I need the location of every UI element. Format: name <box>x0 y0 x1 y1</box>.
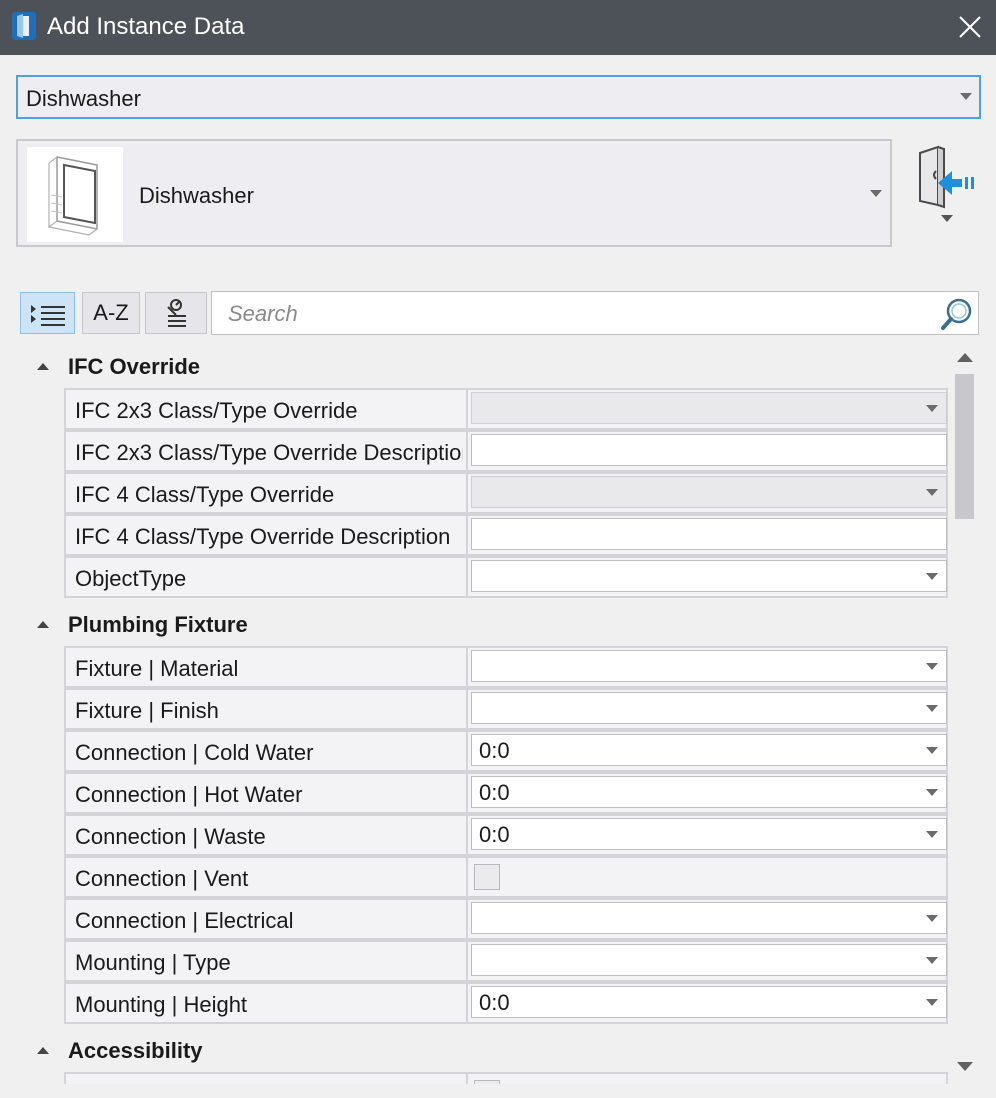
section-title: IFC Override <box>68 354 201 379</box>
property-row: Fixture | Finish <box>64 688 948 730</box>
property-label <box>75 1082 463 1084</box>
combo-value: 0:0 <box>479 780 510 805</box>
scroll-down-icon[interactable] <box>957 1062 973 1071</box>
property-label: Connection | Vent <box>75 866 249 891</box>
chevron-down-icon <box>960 93 972 100</box>
chevron-down-icon <box>926 705 938 712</box>
vent-checkbox[interactable] <box>474 864 500 890</box>
fixture-material-combo[interactable] <box>471 650 947 682</box>
property-row: IFC 4 Class/Type Override <box>64 472 948 514</box>
property-row: IFC 2x3 Class/Type Override Description <box>64 430 948 472</box>
chevron-down-icon <box>926 663 938 670</box>
type-dropdown[interactable]: Dishwasher <box>16 75 981 119</box>
combo-value: 0:0 <box>479 990 510 1015</box>
mounting-type-combo[interactable] <box>471 944 947 976</box>
collapse-triangle-icon[interactable] <box>37 621 49 628</box>
property-row: Fixture | Material <box>64 646 948 688</box>
collapse-triangle-icon[interactable] <box>37 1047 49 1054</box>
waste-combo[interactable]: 0:0 <box>471 818 947 850</box>
door-arrow-place-icon <box>919 145 974 222</box>
reset-button[interactable] <box>145 292 207 334</box>
window-title: Add Instance Data <box>47 13 245 40</box>
reset-icon <box>167 299 186 327</box>
search-placeholder: Search <box>228 301 298 326</box>
property-label: Connection | Cold Water <box>75 740 314 765</box>
section-header-ifc-override[interactable]: IFC Override <box>15 342 950 388</box>
title-bar: Add Instance Data <box>0 0 996 55</box>
ifc4-override-combo[interactable] <box>471 476 947 508</box>
property-row: Connection | Electrical <box>64 898 948 940</box>
chevron-down-icon <box>926 405 938 412</box>
property-label: ObjectType <box>75 566 187 591</box>
vertical-scrollbar[interactable] <box>953 344 977 1082</box>
chevron-down-icon <box>926 789 938 796</box>
property-row: ObjectType <box>64 556 948 598</box>
chevron-down-icon <box>926 957 938 964</box>
property-label: Fixture | Material <box>75 656 239 681</box>
search-box[interactable]: Search <box>211 291 979 335</box>
categorized-view-button[interactable] <box>20 292 75 334</box>
chevron-down-icon <box>926 489 938 496</box>
property-label: Fixture | Finish <box>75 698 219 723</box>
property-label: Mounting | Type <box>75 950 231 975</box>
dishwasher-thumbnail <box>27 147 123 242</box>
scrollbar-thumb[interactable] <box>955 374 974 519</box>
hot-water-combo[interactable]: 0:0 <box>471 776 947 808</box>
fixture-finish-combo[interactable] <box>471 692 947 724</box>
property-label: Connection | Hot Water <box>75 782 303 807</box>
type-dropdown-value: Dishwasher <box>26 86 141 111</box>
property-label: Connection | Electrical <box>75 908 294 933</box>
section-header-accessibility[interactable]: Accessibility <box>15 1026 950 1072</box>
chevron-down-icon <box>926 831 938 838</box>
section-header-plumbing-fixture[interactable]: Plumbing Fixture <box>15 600 950 646</box>
scroll-up-icon[interactable] <box>957 353 973 362</box>
property-row: IFC 2x3 Class/Type Override <box>64 388 948 430</box>
property-row: IFC 4 Class/Type Override Description <box>64 514 948 556</box>
property-row: Connection | Waste 0:0 <box>64 814 948 856</box>
property-label: IFC 4 Class/Type Override <box>75 482 335 507</box>
chevron-down-icon <box>926 915 938 922</box>
chevron-down-icon <box>926 999 938 1006</box>
property-row: Connection | Cold Water 0:0 <box>64 730 948 772</box>
property-grid: IFC Override IFC 2x3 Class/Type Override… <box>15 340 950 1084</box>
property-row: Mounting | Type <box>64 940 948 982</box>
app-icon <box>12 12 36 40</box>
ifc4-description-input[interactable] <box>471 518 947 550</box>
close-icon[interactable] <box>955 12 985 42</box>
ifc2x3-description-input[interactable] <box>471 434 947 466</box>
accessibility-checkbox[interactable] <box>474 1080 500 1084</box>
alphabetical-view-button[interactable]: A-Z <box>82 292 140 334</box>
section-title: Plumbing Fixture <box>68 612 248 637</box>
combo-value: 0:0 <box>479 738 510 763</box>
property-label: IFC 4 Class/Type Override Description <box>75 524 451 549</box>
property-row: Connection | Hot Water 0:0 <box>64 772 948 814</box>
cold-water-combo[interactable]: 0:0 <box>471 734 947 766</box>
property-row: Connection | Vent <box>64 856 948 898</box>
combo-value: 0:0 <box>479 822 510 847</box>
search-icon[interactable] <box>939 296 975 332</box>
property-label: IFC 2x3 Class/Type Override Description <box>75 440 463 465</box>
property-row <box>64 1072 948 1084</box>
electrical-combo[interactable] <box>471 902 947 934</box>
section-title: Accessibility <box>68 1038 203 1063</box>
property-label: Mounting | Height <box>75 992 248 1017</box>
chevron-down-icon <box>870 190 882 197</box>
property-label: Connection | Waste <box>75 824 266 849</box>
property-row: Mounting | Height 0:0 <box>64 982 948 1024</box>
property-label: IFC 2x3 Class/Type Override <box>75 398 358 423</box>
place-item-button[interactable] <box>910 143 980 231</box>
collapse-triangle-icon[interactable] <box>37 363 49 370</box>
chevron-down-icon <box>926 573 938 580</box>
item-picker[interactable]: Dishwasher <box>16 139 892 247</box>
item-picker-label: Dishwasher <box>139 183 254 208</box>
mounting-height-combo[interactable]: 0:0 <box>471 986 947 1018</box>
objecttype-combo[interactable] <box>471 560 947 592</box>
chevron-down-icon <box>926 747 938 754</box>
ifc2x3-override-combo[interactable] <box>471 392 947 424</box>
categorized-list-icon <box>31 305 65 326</box>
